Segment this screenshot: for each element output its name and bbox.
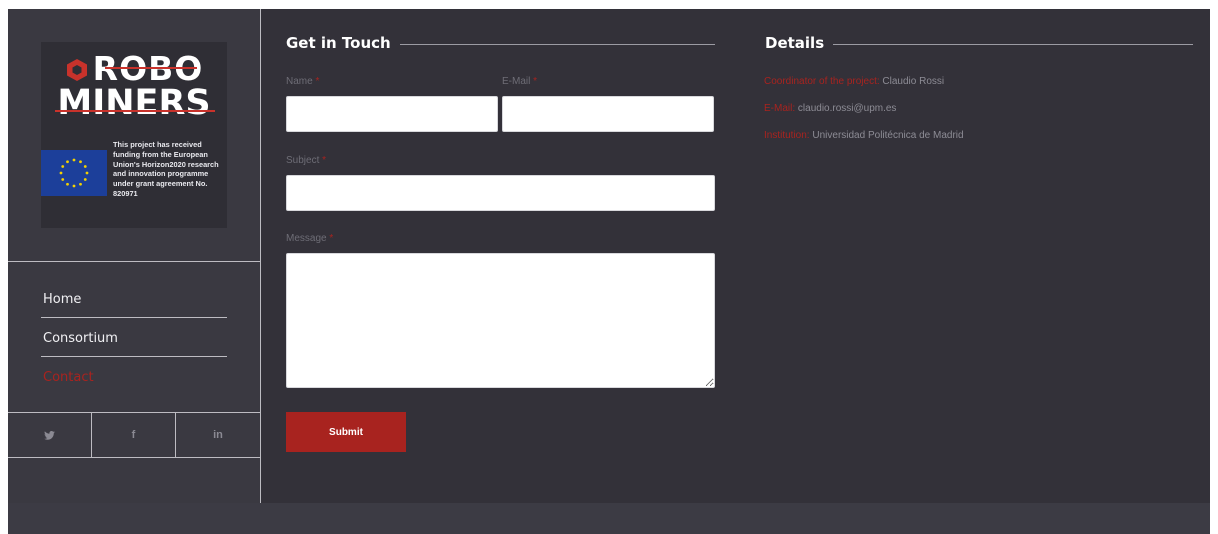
form-title: Get in Touch (286, 34, 391, 52)
eu-star (61, 178, 65, 181)
nav-contact[interactable]: Contact (41, 358, 227, 396)
eu-star (72, 184, 76, 188)
eu-star (83, 178, 87, 181)
logo-accent-line (55, 110, 215, 112)
social-links: f in (8, 413, 260, 458)
title-rule (400, 44, 715, 45)
email-field[interactable] (502, 96, 714, 132)
details-title: Details (765, 34, 825, 52)
message-label: Message * (286, 233, 334, 244)
hexagon-icon (66, 59, 87, 81)
logo-accent-line (105, 67, 197, 69)
eu-star (61, 165, 65, 168)
subject-label: Subject * (286, 155, 327, 166)
nav-home[interactable]: Home (41, 280, 227, 318)
eu-star (79, 160, 82, 164)
subject-field[interactable] (286, 175, 715, 211)
page-frame: ROBO MINERS This project has received fu… (8, 9, 1210, 534)
linkedin-icon[interactable]: in (176, 413, 260, 457)
footer-strip (8, 503, 1210, 534)
title-rule (833, 44, 1193, 45)
eu-star (79, 182, 82, 186)
detail-institution: Institution: Universidad Politécnica de … (764, 130, 964, 141)
eu-star (66, 160, 69, 164)
funding-statement: This project has received funding from t… (113, 140, 219, 198)
sidebar-divider (8, 261, 260, 262)
eu-star (59, 171, 63, 175)
eu-star (83, 165, 87, 168)
robominers-logo[interactable]: ROBO MINERS This project has received fu… (41, 42, 227, 228)
eu-star (85, 171, 89, 175)
detail-coordinator: Coordinator of the project: Claudio Ross… (764, 76, 945, 87)
name-field[interactable] (286, 96, 498, 132)
eu-flag-icon (41, 150, 107, 196)
message-field[interactable] (286, 253, 715, 388)
eu-star (66, 182, 69, 186)
email-label: E-Mail * (502, 76, 538, 87)
eu-star (72, 158, 76, 162)
sidebar: ROBO MINERS This project has received fu… (8, 9, 261, 503)
name-label: Name * (286, 76, 320, 87)
detail-email: E-Mail: claudio.rossi@upm.es (764, 103, 897, 114)
nav-consortium[interactable]: Consortium (41, 319, 227, 357)
twitter-icon[interactable] (8, 413, 92, 457)
logo-line-2: MINERS (57, 83, 211, 123)
facebook-icon[interactable]: f (92, 413, 176, 457)
email-link[interactable]: claudio.rossi@upm.es (798, 103, 897, 114)
submit-button[interactable]: Submit (286, 412, 406, 452)
